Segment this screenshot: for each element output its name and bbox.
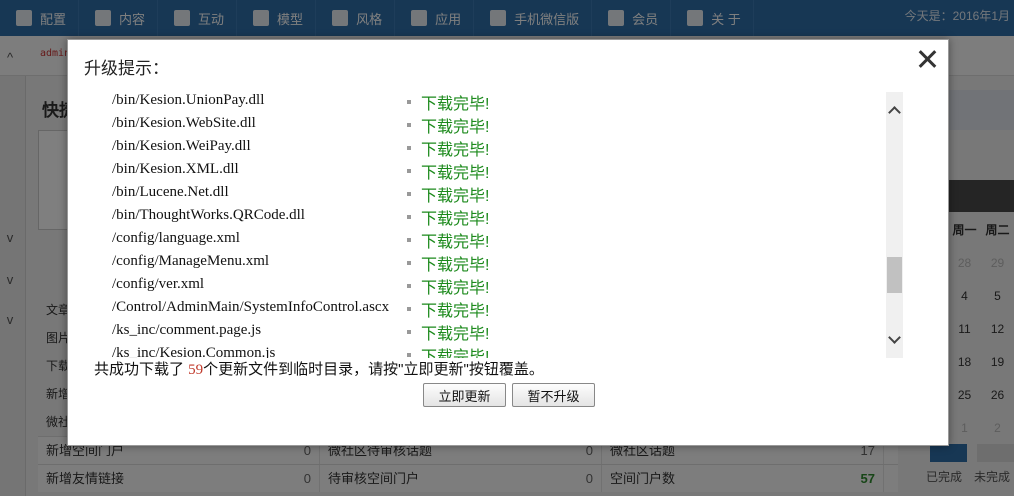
upgrade-dialog: 升级提示： /bin/Kesion.UnionPay.dll 下载完毕!/bin/… [67,39,949,446]
log-scrollbar[interactable] [886,92,903,358]
download-status: 下载完毕! [421,280,490,297]
download-status: 下载完毕! [421,303,490,320]
log-row: /bin/Kesion.XML.dll 下载完毕! [96,159,904,182]
bullet-icon [407,330,411,334]
file-path: /bin/ThoughtWorks.QRCode.dll [112,207,305,223]
bullet-icon [407,123,411,127]
skip-upgrade-button[interactable]: 暂不升级 [512,383,595,407]
log-row: /bin/Kesion.UnionPay.dll 下载完毕! [96,90,904,113]
log-row: /config/language.xml 下载完毕! [96,228,904,251]
download-status: 下载完毕! [421,257,490,274]
download-status: 下载完毕! [421,234,490,251]
bullet-icon [407,284,411,288]
download-log: /bin/Kesion.UnionPay.dll 下载完毕!/bin/Kesion… [96,90,904,358]
log-row: /ks_inc/comment.page.js 下载完毕! [96,320,904,343]
file-path: /bin/Kesion.XML.dll [112,161,239,177]
scroll-down-icon[interactable] [886,331,903,348]
dialog-actions: 立即更新 暂不升级 [423,383,595,407]
file-path: /config/ver.xml [112,276,205,292]
bullet-icon [407,146,411,150]
update-now-button[interactable]: 立即更新 [423,383,506,407]
bullet-icon [407,307,411,311]
log-row: /Control/AdminMain/SystemInfoControl.asc… [96,297,904,320]
download-status: 下载完毕! [421,349,490,358]
bullet-icon [407,353,411,357]
bullet-icon [407,100,411,104]
file-path: /ks_inc/Kesion.Common.js [112,345,276,358]
bullet-icon [407,238,411,242]
log-row: /config/ManageMenu.xml 下载完毕! [96,251,904,274]
log-row: /bin/Kesion.WeiPay.dll 下载完毕! [96,136,904,159]
dialog-title: 升级提示： [84,59,169,78]
download-status: 下载完毕! [421,119,490,136]
file-path: /bin/Lucene.Net.dll [112,184,229,200]
bullet-icon [407,261,411,265]
log-row: /bin/Kesion.WebSite.dll 下载完毕! [96,113,904,136]
file-path: /bin/Kesion.WebSite.dll [112,115,256,131]
download-summary: 共成功下载了 59个更新文件到临时目录，请按"立即更新"按钮覆盖。 [94,358,548,379]
scroll-up-icon[interactable] [886,102,903,119]
bullet-icon [407,215,411,219]
download-status: 下载完毕! [421,142,490,159]
download-status: 下载完毕! [421,188,490,205]
file-count: 59 [188,362,204,378]
file-path: /config/language.xml [112,230,240,246]
file-path: /ks_inc/comment.page.js [112,322,262,338]
close-icon[interactable] [916,48,938,70]
file-path: /config/ManageMenu.xml [112,253,270,269]
download-status: 下载完毕! [421,326,490,343]
log-row: /bin/Lucene.Net.dll 下载完毕! [96,182,904,205]
scrollbar-thumb[interactable] [887,257,902,293]
bullet-icon [407,169,411,173]
file-path: /bin/Kesion.WeiPay.dll [112,138,251,154]
download-status: 下载完毕! [421,211,490,228]
bullet-icon [407,192,411,196]
scrollbar-track[interactable] [887,129,902,321]
download-status: 下载完毕! [421,165,490,182]
log-row: /bin/ThoughtWorks.QRCode.dll 下载完毕! [96,205,904,228]
log-row: /ks_inc/Kesion.Common.js 下载完毕! [96,343,904,358]
log-row: /config/ver.xml 下载完毕! [96,274,904,297]
file-path: /bin/Kesion.UnionPay.dll [112,92,265,108]
file-path: /Control/AdminMain/SystemInfoControl.asc… [112,299,390,315]
download-status: 下载完毕! [421,96,490,113]
